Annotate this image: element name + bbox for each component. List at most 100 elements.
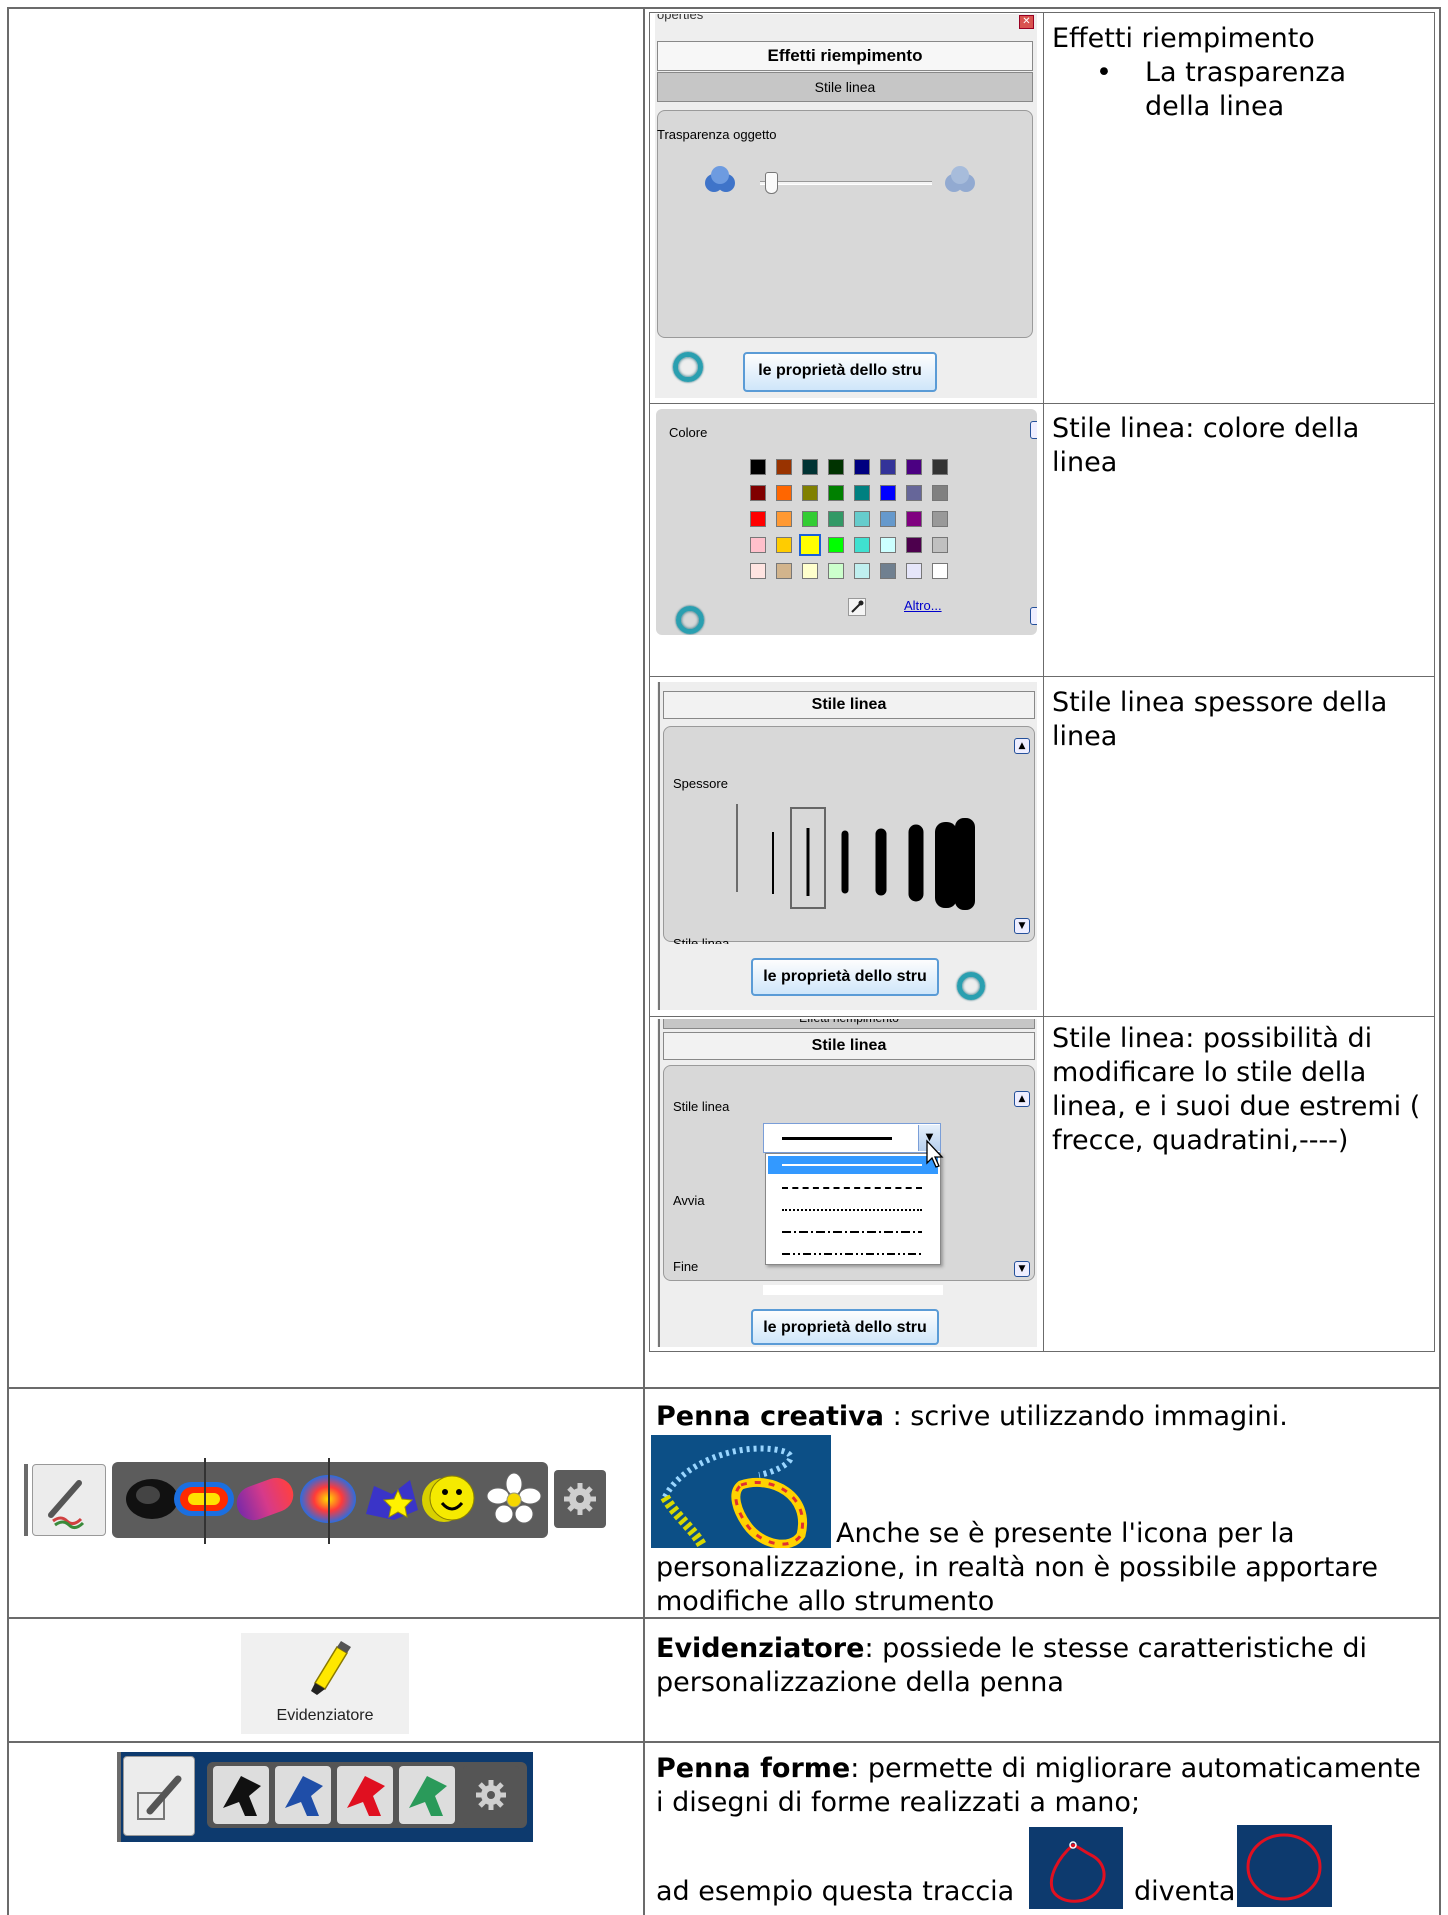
scroll-down-button[interactable]: ▼ xyxy=(1014,1261,1030,1277)
green-shape-brush-icon[interactable] xyxy=(399,1766,455,1824)
tab-stile-linea[interactable]: Stile linea xyxy=(657,72,1033,102)
color-swatch[interactable] xyxy=(932,459,948,475)
end-label: Fine xyxy=(673,1259,699,1274)
color-swatch[interactable] xyxy=(880,485,896,501)
line-option-solid[interactable] xyxy=(768,1156,938,1174)
blue-shape-brush-icon[interactable] xyxy=(275,1766,331,1824)
color-swatch[interactable] xyxy=(932,485,948,501)
color-swatch[interactable] xyxy=(750,511,766,527)
color-swatch[interactable] xyxy=(906,563,922,579)
creative-pen-icon[interactable] xyxy=(32,1464,106,1536)
color-swatch[interactable] xyxy=(828,485,844,501)
color-swatch[interactable] xyxy=(828,459,844,475)
tool-properties-button[interactable]: le proprietà dello stru xyxy=(743,352,937,392)
line-option-dash-dot[interactable] xyxy=(782,1231,922,1233)
transparency-label: Trasparenza oggetto xyxy=(657,127,777,142)
color-swatch[interactable] xyxy=(906,485,922,501)
line-option-dotted[interactable] xyxy=(782,1209,922,1211)
table-border-top xyxy=(7,7,1441,9)
transparency-slider-track[interactable] xyxy=(760,181,932,185)
color-swatch[interactable] xyxy=(828,511,844,527)
highlighter-icon xyxy=(311,1641,351,1695)
more-colors-link[interactable]: Altro... xyxy=(904,598,942,613)
star-brush-icon[interactable] xyxy=(360,1470,424,1528)
color-swatch[interactable] xyxy=(828,537,844,553)
color-swatch[interactable] xyxy=(906,537,922,553)
smiley-brush-icon[interactable] xyxy=(420,1470,484,1528)
color-swatch[interactable] xyxy=(776,485,792,501)
color-swatch[interactable] xyxy=(854,563,870,579)
color-swatch[interactable] xyxy=(802,485,818,501)
line-option-dash-dot-dot[interactable] xyxy=(782,1253,922,1255)
toolbar-divider xyxy=(328,1458,330,1544)
tool-properties-button[interactable]: le proprietà dello stru xyxy=(751,958,939,996)
color-swatch[interactable] xyxy=(854,485,870,501)
transparency-slider-thumb[interactable] xyxy=(765,172,779,194)
tab-effetti-riempimento[interactable]: Effetti riempimento xyxy=(663,1019,1035,1029)
color-swatch[interactable] xyxy=(750,563,766,579)
toolbar-divider xyxy=(204,1458,206,1544)
transparency-panel-screenshot: operties ✕ Effetti riempimento Stile lin… xyxy=(655,14,1037,398)
red-shape-brush-icon[interactable] xyxy=(337,1766,393,1824)
table-border-right xyxy=(1439,7,1441,1915)
refresh-ring-icon[interactable] xyxy=(673,352,703,382)
scroll-up-button[interactable]: ▲ xyxy=(1014,1091,1030,1107)
color-swatch[interactable] xyxy=(932,511,948,527)
gear-icon[interactable] xyxy=(463,1766,519,1824)
end-style-select[interactable] xyxy=(763,1285,943,1295)
refresh-ring-icon[interactable] xyxy=(676,606,704,634)
color-swatch[interactable] xyxy=(802,563,818,579)
refresh-ring-icon[interactable] xyxy=(957,972,985,1000)
start-label: Avvia xyxy=(673,1193,705,1208)
scroll-down-edge[interactable] xyxy=(1030,607,1037,625)
tab-stile-linea[interactable]: Stile linea xyxy=(663,1032,1035,1060)
table-row-divider xyxy=(7,1741,1441,1743)
color-swatch[interactable] xyxy=(750,485,766,501)
scroll-down-button[interactable]: ▼ xyxy=(1014,918,1030,934)
highlighter-tool-button[interactable]: Evidenziatore xyxy=(241,1633,409,1734)
color-swatch[interactable] xyxy=(906,459,922,475)
linestyle-panel-screenshot: Effetti riempimento Stile linea ▲ Stile … xyxy=(657,1019,1037,1347)
gear-icon[interactable] xyxy=(554,1470,606,1528)
color-swatch[interactable] xyxy=(880,537,896,553)
thickness-options[interactable] xyxy=(717,804,977,912)
eyedropper-icon[interactable] xyxy=(848,598,866,616)
line-option-dashed[interactable] xyxy=(782,1187,922,1189)
line-style-select[interactable]: ▼ xyxy=(763,1123,941,1153)
color-swatch[interactable] xyxy=(776,459,792,475)
color-swatch[interactable] xyxy=(932,537,948,553)
color-swatch[interactable] xyxy=(828,563,844,579)
color-swatch[interactable] xyxy=(802,511,818,527)
scroll-up-button[interactable]: ▲ xyxy=(1014,738,1030,754)
color-swatch[interactable] xyxy=(854,459,870,475)
shape-pen-icon[interactable] xyxy=(123,1756,195,1836)
tab-stile-linea[interactable]: Stile linea xyxy=(663,691,1035,719)
tool-properties-button[interactable]: le proprietà dello stru xyxy=(751,1309,939,1345)
black-shape-brush-icon[interactable] xyxy=(213,1766,269,1824)
color-swatch[interactable] xyxy=(906,511,922,527)
color-swatch[interactable] xyxy=(880,459,896,475)
gradient-brush-icon[interactable] xyxy=(232,1470,298,1528)
color-swatch[interactable] xyxy=(880,511,896,527)
color-swatch[interactable] xyxy=(799,534,821,556)
panel-left-edge xyxy=(658,1019,660,1347)
flower-brush-icon[interactable] xyxy=(480,1470,544,1528)
tab-effetti-riempimento[interactable]: Effetti riempimento xyxy=(657,41,1033,71)
color-swatch[interactable] xyxy=(854,511,870,527)
color-swatch[interactable] xyxy=(776,537,792,553)
toolbar-left-edge xyxy=(117,1752,121,1842)
scroll-up-edge[interactable] xyxy=(1030,421,1037,439)
color-swatch[interactable] xyxy=(750,537,766,553)
close-icon[interactable]: ✕ xyxy=(1019,15,1034,29)
inner-table-row-divider xyxy=(649,1016,1435,1017)
color-swatch[interactable] xyxy=(776,563,792,579)
inner-table-row-divider xyxy=(649,403,1435,404)
color-swatch-grid xyxy=(750,459,960,589)
color-swatch[interactable] xyxy=(750,459,766,475)
color-swatch[interactable] xyxy=(880,563,896,579)
color-swatch[interactable] xyxy=(802,459,818,475)
color-swatch[interactable] xyxy=(932,563,948,579)
color-swatch[interactable] xyxy=(854,537,870,553)
table-border-left xyxy=(7,7,9,1915)
color-swatch[interactable] xyxy=(776,511,792,527)
